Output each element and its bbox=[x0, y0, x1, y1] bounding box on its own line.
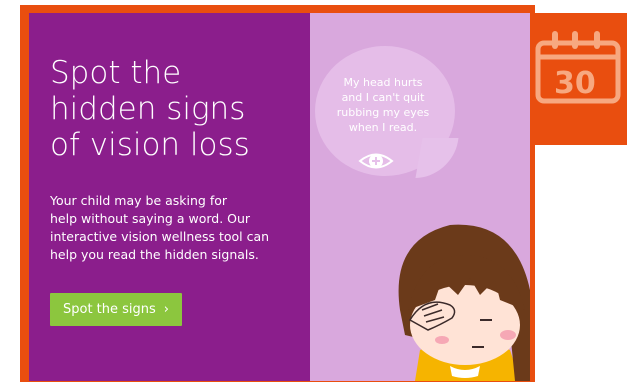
cta-label: Spot the signs bbox=[62, 302, 156, 317]
promo-body-text: Your child may be asking for help withou… bbox=[50, 193, 270, 262]
spot-the-signs-button[interactable]: Spot the signs › bbox=[50, 293, 182, 326]
calendar-icon: 30 bbox=[535, 31, 621, 104]
child-illustration bbox=[398, 224, 530, 381]
chevron-right-icon: › bbox=[163, 302, 169, 317]
speech-bubble-text: My head hurts and I can't quit rubbing m… bbox=[336, 76, 430, 134]
promo-headline: Spot the hidden signs of vision loss bbox=[50, 55, 250, 163]
eye-plus-icon[interactable] bbox=[358, 150, 394, 172]
calendar-badge: 30 bbox=[532, 13, 627, 145]
calendar-number: 30 bbox=[554, 66, 596, 101]
